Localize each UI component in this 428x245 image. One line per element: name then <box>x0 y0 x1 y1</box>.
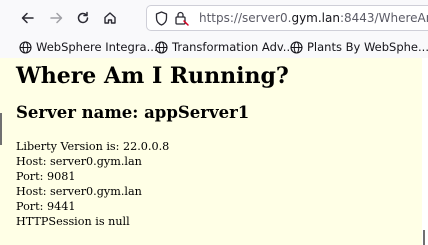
window-edge-marker <box>0 113 2 145</box>
info-line-port-secure: Port: 9441 <box>16 200 76 213</box>
home-icon <box>104 12 116 24</box>
url-prefix: https://server0. <box>199 11 292 25</box>
bookmark-label: Plants By WebSphe... <box>307 40 428 54</box>
globe-icon <box>155 40 168 54</box>
page-content: Where Am I Running? Server name: appServ… <box>0 58 422 245</box>
bookmarks-toolbar: WebSphere Integra... Transformation Adv.… <box>0 36 428 59</box>
server-info-list: Liberty Version is: 22.0.0.8 Host: serve… <box>16 139 169 229</box>
reload-icon <box>77 11 89 24</box>
page-title: Where Am I Running? <box>16 63 289 89</box>
bookmark-label: Transformation Adv... <box>172 40 294 54</box>
back-button[interactable] <box>19 9 37 27</box>
bookmark-transformation-advisor[interactable]: Transformation Adv... <box>155 39 294 55</box>
address-bar[interactable]: https://server0.gym.lan:8443/WhereAmI <box>146 5 428 31</box>
forward-button[interactable] <box>47 9 65 27</box>
bookmark-plants-by-websphere[interactable]: Plants By WebSphe... <box>290 39 428 55</box>
info-line-host: Host: server0.gym.lan <box>16 155 142 168</box>
home-button[interactable] <box>101 9 119 27</box>
window-edge-marker <box>423 230 425 245</box>
url-text[interactable]: https://server0.gym.lan:8443/WhereAmI <box>199 11 428 25</box>
browser-toolbar: https://server0.gym.lan:8443/WhereAmI <box>0 0 428 36</box>
server-name-heading: Server name: appServer1 <box>16 103 250 122</box>
scrollbar-track[interactable] <box>422 58 428 245</box>
info-line-port: Port: 9081 <box>16 170 76 183</box>
bookmark-label: WebSphere Integra... <box>36 40 158 54</box>
globe-icon <box>290 40 303 54</box>
forward-arrow-icon <box>50 12 63 24</box>
info-line-http-session: HTTPSession is null <box>16 215 130 228</box>
lock-icon[interactable] <box>174 10 190 26</box>
bookmark-websphere-integration[interactable]: WebSphere Integra... <box>19 39 158 55</box>
reload-button[interactable] <box>74 9 92 27</box>
info-line-host-secure: Host: server0.gym.lan <box>16 185 142 198</box>
back-arrow-icon <box>21 12 34 24</box>
shield-icon[interactable] <box>155 11 168 26</box>
globe-icon <box>19 40 32 54</box>
info-line-liberty-version: Liberty Version is: 22.0.0.8 <box>16 140 170 153</box>
url-host: gym.lan <box>291 11 340 25</box>
url-suffix: :8443/WhereAmI <box>339 11 428 25</box>
